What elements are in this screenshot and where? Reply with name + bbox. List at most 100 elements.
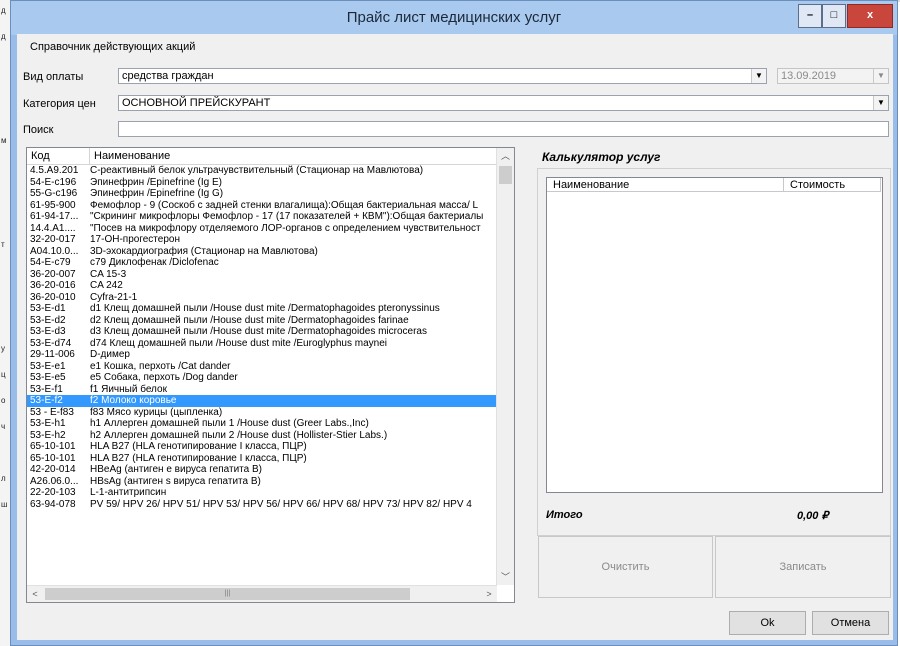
- calc-column-cost[interactable]: Стоимость: [784, 178, 881, 192]
- maximize-button[interactable]: □: [822, 4, 846, 28]
- total-label: Итого: [546, 509, 583, 521]
- scroll-up-icon[interactable]: ︿: [497, 148, 514, 164]
- table-row[interactable]: 53-E-h2 h2 Аллерген домашней пыли 2 /Hous…: [27, 430, 497, 442]
- service-code: 53-E-e1: [30, 360, 66, 372]
- table-row[interactable]: 14.4.A1.... "Посев на микрофлору отделяем…: [27, 223, 497, 235]
- service-name: HBeAg (антиген е вируса гепатита В): [90, 464, 262, 475]
- table-row[interactable]: 54-E-c79 c79 Диклофенак /Diclofenac: [27, 257, 497, 269]
- table-row[interactable]: A26.06.0... HBsAg (антиген s вируса гепат…: [27, 476, 497, 488]
- background-letter: о: [1, 396, 6, 405]
- scroll-thumb[interactable]: |||: [45, 588, 410, 600]
- table-row[interactable]: 65-10-101 HLA B27 (HLA генотипирование I …: [27, 453, 497, 465]
- scroll-down-icon[interactable]: ﹀: [497, 569, 514, 585]
- table-row[interactable]: 53-E-d74 d74 Клещ домашней пыли /House du…: [27, 338, 497, 350]
- services-list-header: Код Наименование: [27, 148, 497, 165]
- service-code: 53 - E-f83: [30, 406, 74, 418]
- service-name: L-1-антитрипсин: [90, 487, 167, 498]
- column-header-code[interactable]: Код: [27, 148, 90, 164]
- table-row[interactable]: 4.5.A9.201 С-реактивный белок ультрачувст…: [27, 165, 497, 177]
- service-name: Cyfra-21-1: [90, 291, 138, 303]
- table-row[interactable]: 61-95-900 Фемофлор - 9 (Соскоб с задней с…: [27, 200, 497, 212]
- price-category-value: ОСНОВНОЙ ПРЕЙСКУРАНТ: [122, 97, 271, 109]
- service-code: 61-95-900: [30, 199, 76, 211]
- date-value: 13.09.2019: [781, 70, 837, 82]
- background-letter: ч: [1, 422, 6, 431]
- background-letter: у: [1, 344, 5, 353]
- table-row[interactable]: 53-E-f2 f2 Молоко коровье: [27, 395, 497, 407]
- service-name: 3D-эхокардиография (Стационар на Мавлюто…: [90, 245, 318, 257]
- close-button[interactable]: x: [847, 4, 893, 28]
- service-name: d3 Клещ домашней пыли /House dust mite /…: [90, 326, 427, 337]
- scroll-thumb[interactable]: [499, 166, 512, 184]
- table-row[interactable]: 53-E-d3 d3 Клещ домашней пыли /House dust…: [27, 326, 497, 338]
- table-row[interactable]: 53-E-d2 d2 Клещ домашней пыли /House dust…: [27, 315, 497, 327]
- table-row[interactable]: 22-20-103 L-1-антитрипсин: [27, 487, 497, 499]
- service-name: h1 Аллерген домашней пыли 1 /House dust …: [90, 418, 369, 429]
- search-input[interactable]: [118, 121, 889, 137]
- table-row[interactable]: 63-94-078 PV 59/ HPV 26/ HPV 51/ HPV 53/ …: [27, 499, 497, 511]
- service-name: HLA B27 (HLA генотипирование I класса, П…: [90, 452, 307, 464]
- table-row[interactable]: 36-20-007 CA 15-3: [27, 269, 497, 281]
- service-code: 63-94-078: [30, 498, 76, 510]
- ok-button[interactable]: Ok: [729, 611, 806, 635]
- horizontal-scrollbar[interactable]: < ||| >: [27, 585, 497, 602]
- service-name: HLA B27 (HLA генотипирование I класса, П…: [90, 441, 307, 452]
- service-code: 65-10-101: [30, 452, 76, 464]
- table-row[interactable]: 54-E-c196 Эпинефрин /Epinefrine (Ig E): [27, 177, 497, 189]
- payment-type-select[interactable]: средства граждан ▼: [118, 68, 767, 84]
- price-category-label: Категория цен: [23, 98, 96, 110]
- service-code: A04.10.0...: [30, 245, 79, 257]
- service-code: 55-G-c196: [30, 188, 78, 199]
- chevron-down-icon[interactable]: ▼: [751, 69, 766, 83]
- table-row[interactable]: 61-94-17... "Скрининг микрофлоры Фемофлор…: [27, 211, 497, 223]
- save-button[interactable]: Записать: [715, 536, 891, 598]
- service-name: f83 Мясо курицы (цыпленка): [90, 406, 223, 418]
- service-code: 14.4.A1....: [30, 222, 76, 234]
- calc-column-name[interactable]: Наименование: [547, 178, 784, 192]
- table-row[interactable]: 55-G-c196 Эпинефрин /Epinefrine (Ig G): [27, 188, 497, 200]
- service-code: 53-E-f2: [30, 395, 63, 406]
- scroll-left-icon[interactable]: <: [27, 586, 43, 602]
- title-bar[interactable]: Прайс лист медицинских услуг – □ x: [11, 1, 897, 35]
- table-row[interactable]: 53-E-f1 f1 Яичный белок: [27, 384, 497, 396]
- service-code: 54-E-c196: [30, 176, 77, 188]
- clear-button[interactable]: Очистить: [538, 536, 713, 598]
- table-row[interactable]: 32-20-017 17-ОН-прогестерон: [27, 234, 497, 246]
- service-code: 36-20-007: [30, 268, 76, 280]
- service-code: 53-E-d1: [30, 303, 66, 314]
- price-category-select[interactable]: ОСНОВНОЙ ПРЕЙСКУРАНТ ▼: [118, 95, 889, 111]
- service-name: c79 Диклофенак /Diclofenac: [90, 257, 219, 268]
- table-row[interactable]: A04.10.0... 3D-эхокардиография (Стационар…: [27, 246, 497, 258]
- service-name: e1 Кошка, перхоть /Cat dander: [90, 360, 231, 372]
- service-code: 22-20-103: [30, 487, 76, 498]
- service-name: e5 Собака, перхоть /Dog dander: [90, 372, 238, 383]
- payment-type-label: Вид оплаты: [23, 71, 84, 83]
- promotions-menu-item[interactable]: Справочник действующих акций: [30, 41, 195, 53]
- table-row[interactable]: 53-E-h1 h1 Аллерген домашней пыли 1 /Hous…: [27, 418, 497, 430]
- table-row[interactable]: 53 - E-f83 f83 Мясо курицы (цыпленка): [27, 407, 497, 419]
- services-listview[interactable]: Код Наименование 4.5.A9.201 С-реактивный …: [26, 147, 515, 603]
- service-code: 53-E-f1: [30, 383, 63, 395]
- table-row[interactable]: 53-E-e5 e5 Собака, перхоть /Dog dander: [27, 372, 497, 384]
- service-name: h2 Аллерген домашней пыли 2 /House dust …: [90, 429, 388, 441]
- minimize-button[interactable]: –: [798, 4, 822, 28]
- service-code: 53-E-h1: [30, 418, 66, 429]
- scroll-right-icon[interactable]: >: [481, 586, 497, 602]
- background-letter: м: [1, 136, 7, 145]
- table-row[interactable]: 53-E-d1 d1 Клещ домашней пыли /House dust…: [27, 303, 497, 315]
- table-row[interactable]: 36-20-010 Cyfra-21-1: [27, 292, 497, 304]
- vertical-scrollbar[interactable]: ︿ ﹀: [496, 148, 514, 585]
- table-row[interactable]: 42-20-014 HBeAg (антиген е вируса гепатит…: [27, 464, 497, 476]
- service-name: CA 15-3: [90, 268, 127, 280]
- table-row[interactable]: 36-20-016 CA 242: [27, 280, 497, 292]
- service-name: 17-ОН-прогестерон: [90, 234, 180, 245]
- cancel-button[interactable]: Отмена: [812, 611, 889, 635]
- calculator-grid[interactable]: Наименование Стоимость: [546, 177, 883, 493]
- table-row[interactable]: 29-11-006 D-димер: [27, 349, 497, 361]
- table-row[interactable]: 65-10-101 HLA B27 (HLA генотипирование I …: [27, 441, 497, 453]
- table-row[interactable]: 53-E-e1 e1 Кошка, перхоть /Cat dander: [27, 361, 497, 373]
- service-name: f2 Молоко коровье: [90, 395, 177, 406]
- chevron-down-icon[interactable]: ▼: [873, 96, 888, 110]
- column-header-name[interactable]: Наименование: [90, 148, 497, 164]
- service-code: 53-E-d2: [30, 314, 66, 326]
